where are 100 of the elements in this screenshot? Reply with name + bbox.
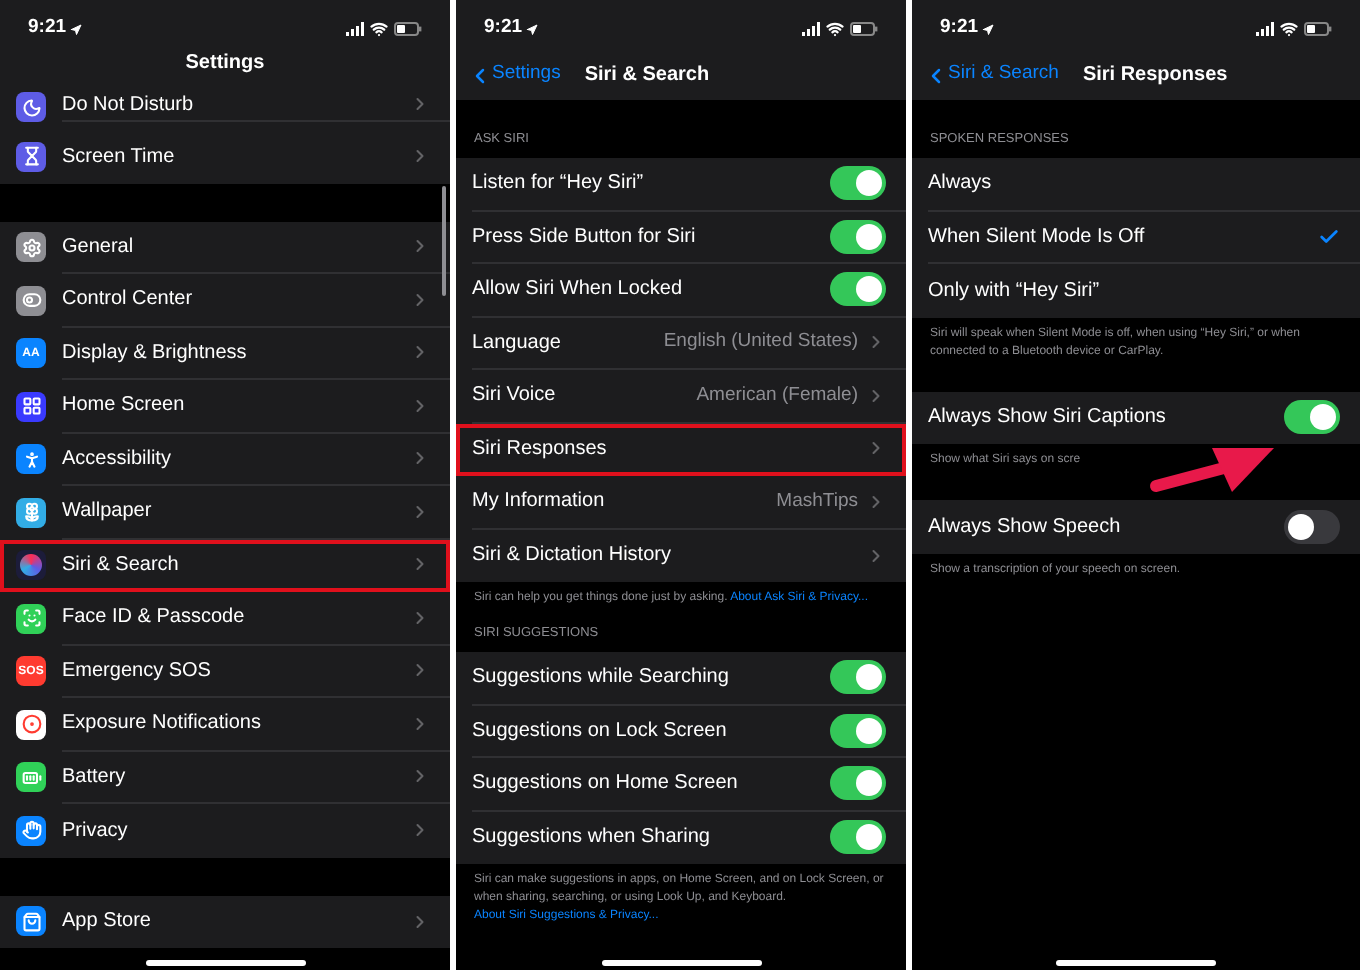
row-label: Listen for “Hey Siri”: [472, 170, 646, 199]
row-value: American (Female): [696, 381, 858, 410]
settings-row[interactable]: Suggestions while Searching: [456, 652, 906, 705]
battery-icon: [16, 762, 46, 793]
toggle-switch[interactable]: [1284, 400, 1340, 435]
grid-icon: [16, 391, 46, 422]
row-label: Press Side Button for Siri: [472, 223, 698, 252]
location-icon: [70, 23, 83, 35]
back-link[interactable]: Siri & Search: [924, 60, 1059, 90]
row-label: Screen Time: [62, 143, 177, 172]
row-label: Emergency SOS: [62, 657, 213, 686]
exposure-icon: [16, 709, 46, 740]
row-label: Allow Siri When Locked: [472, 276, 685, 305]
row-label: Privacy: [62, 817, 130, 846]
moon-icon: [16, 92, 46, 122]
settings-row[interactable]: Language English (United States): [456, 317, 906, 370]
settings-row[interactable]: Privacy: [0, 804, 450, 857]
back-link[interactable]: Settings: [468, 60, 561, 90]
store-icon: [16, 906, 46, 937]
settings-row[interactable]: Suggestions when Sharing: [456, 811, 906, 864]
settings-row[interactable]: Always Show Speech: [912, 500, 1360, 553]
battery-status-icon: [394, 22, 422, 36]
row-label: When Silent Mode Is Off: [928, 223, 1147, 252]
settings-row[interactable]: Allow Siri When Locked: [456, 264, 906, 317]
row-label: Siri Voice: [472, 382, 558, 411]
status-time: 9:21: [28, 14, 67, 43]
row-label: Suggestions while Searching: [472, 664, 731, 693]
settings-row[interactable]: Suggestions on Home Screen: [456, 758, 906, 811]
wifi-icon: [1280, 20, 1298, 38]
settings-row[interactable]: Do Not Disturb: [0, 88, 450, 130]
wifi-icon: [826, 20, 844, 38]
switches-icon: [16, 285, 46, 316]
status-time: 9:21: [484, 14, 523, 43]
settings-row[interactable]: Control Center: [0, 274, 450, 327]
row-label: Suggestions on Lock Screen: [472, 717, 729, 746]
toggle-switch[interactable]: [830, 820, 886, 855]
row-label: Display & Brightness: [62, 339, 249, 368]
toggle-switch[interactable]: [830, 660, 886, 695]
settings-row[interactable]: App Store: [0, 895, 450, 948]
row-label: Suggestions when Sharing: [472, 824, 712, 853]
row-label: Siri & Dictation History: [472, 542, 673, 571]
toggle-switch[interactable]: [830, 272, 886, 307]
row-label: General: [62, 233, 136, 262]
settings-row[interactable]: General: [0, 221, 450, 274]
toggle-switch[interactable]: [830, 766, 886, 801]
location-icon: [526, 23, 539, 35]
row-label: Battery: [62, 763, 128, 792]
row-label: Exposure Notifications: [62, 710, 263, 739]
status-time: 9:21: [940, 14, 979, 43]
settings-row[interactable]: Always Show Siri Captions: [912, 391, 1360, 444]
row-label: Always Show Speech: [928, 513, 1123, 542]
settings-row[interactable]: Listen for “Hey Siri”: [456, 158, 906, 211]
battery-status-icon: [1304, 22, 1332, 36]
screen-title: Siri Responses: [1082, 62, 1228, 90]
signal-icon: [1256, 22, 1274, 36]
toggle-switch[interactable]: [1284, 509, 1340, 544]
row-label: Wallpaper: [62, 498, 154, 527]
settings-row[interactable]: Face ID & Passcode: [0, 592, 450, 645]
signal-icon: [802, 22, 820, 36]
row-value: English (United States): [663, 328, 858, 357]
settings-row[interactable]: Exposure Notifications: [0, 698, 450, 751]
row-label: Always Show Siri Captions: [928, 404, 1168, 433]
screen-title: Siri & Search: [584, 62, 710, 90]
settings-row[interactable]: Only with “Hey Siri”: [912, 264, 1360, 317]
row-label: Suggestions on Home Screen: [472, 770, 740, 799]
row-label: Accessibility: [62, 445, 173, 474]
signal-icon: [346, 22, 364, 36]
row-value: MashTips: [776, 487, 858, 516]
hourglass-icon: [16, 141, 46, 172]
scroll-bar: [442, 186, 446, 296]
settings-row[interactable]: When Silent Mode Is Off: [912, 211, 1360, 264]
settings-row[interactable]: Siri & Search: [0, 539, 450, 592]
row-label: Siri Responses: [472, 435, 609, 464]
row-label: Do Not Disturb: [62, 91, 196, 119]
settings-row[interactable]: Siri & Dictation History: [456, 529, 906, 582]
settings-row[interactable]: Suggestions on Lock Screen: [456, 705, 906, 758]
gear-icon: [16, 232, 46, 263]
row-label: Only with “Hey Siri”: [928, 277, 1102, 306]
settings-row[interactable]: My Information MashTips: [456, 476, 906, 529]
face-icon: [16, 603, 46, 634]
settings-row[interactable]: Wallpaper: [0, 486, 450, 539]
toggle-switch[interactable]: [830, 219, 886, 254]
settings-row[interactable]: Always: [912, 158, 1360, 211]
settings-row[interactable]: Siri Responses: [456, 423, 906, 476]
row-label: Face ID & Passcode: [62, 604, 247, 633]
settings-row[interactable]: Siri Voice American (Female): [456, 370, 906, 423]
row-label: Control Center: [62, 286, 195, 315]
settings-row[interactable]: Battery: [0, 751, 450, 804]
settings-row[interactable]: Accessibility: [0, 433, 450, 486]
settings-row[interactable]: Home Screen: [0, 380, 450, 433]
toggle-switch[interactable]: [830, 713, 886, 748]
row-label: My Information: [472, 488, 607, 517]
row-label: Language: [472, 329, 563, 358]
row-label: Siri & Search: [62, 551, 181, 580]
row-label: Always: [928, 170, 994, 199]
settings-row[interactable]: Press Side Button for Siri: [456, 211, 906, 264]
toggle-switch[interactable]: [830, 166, 886, 201]
siri-icon: [16, 550, 46, 581]
settings-row[interactable]: Screen Time: [0, 130, 450, 183]
accessibility-icon: [16, 444, 46, 475]
